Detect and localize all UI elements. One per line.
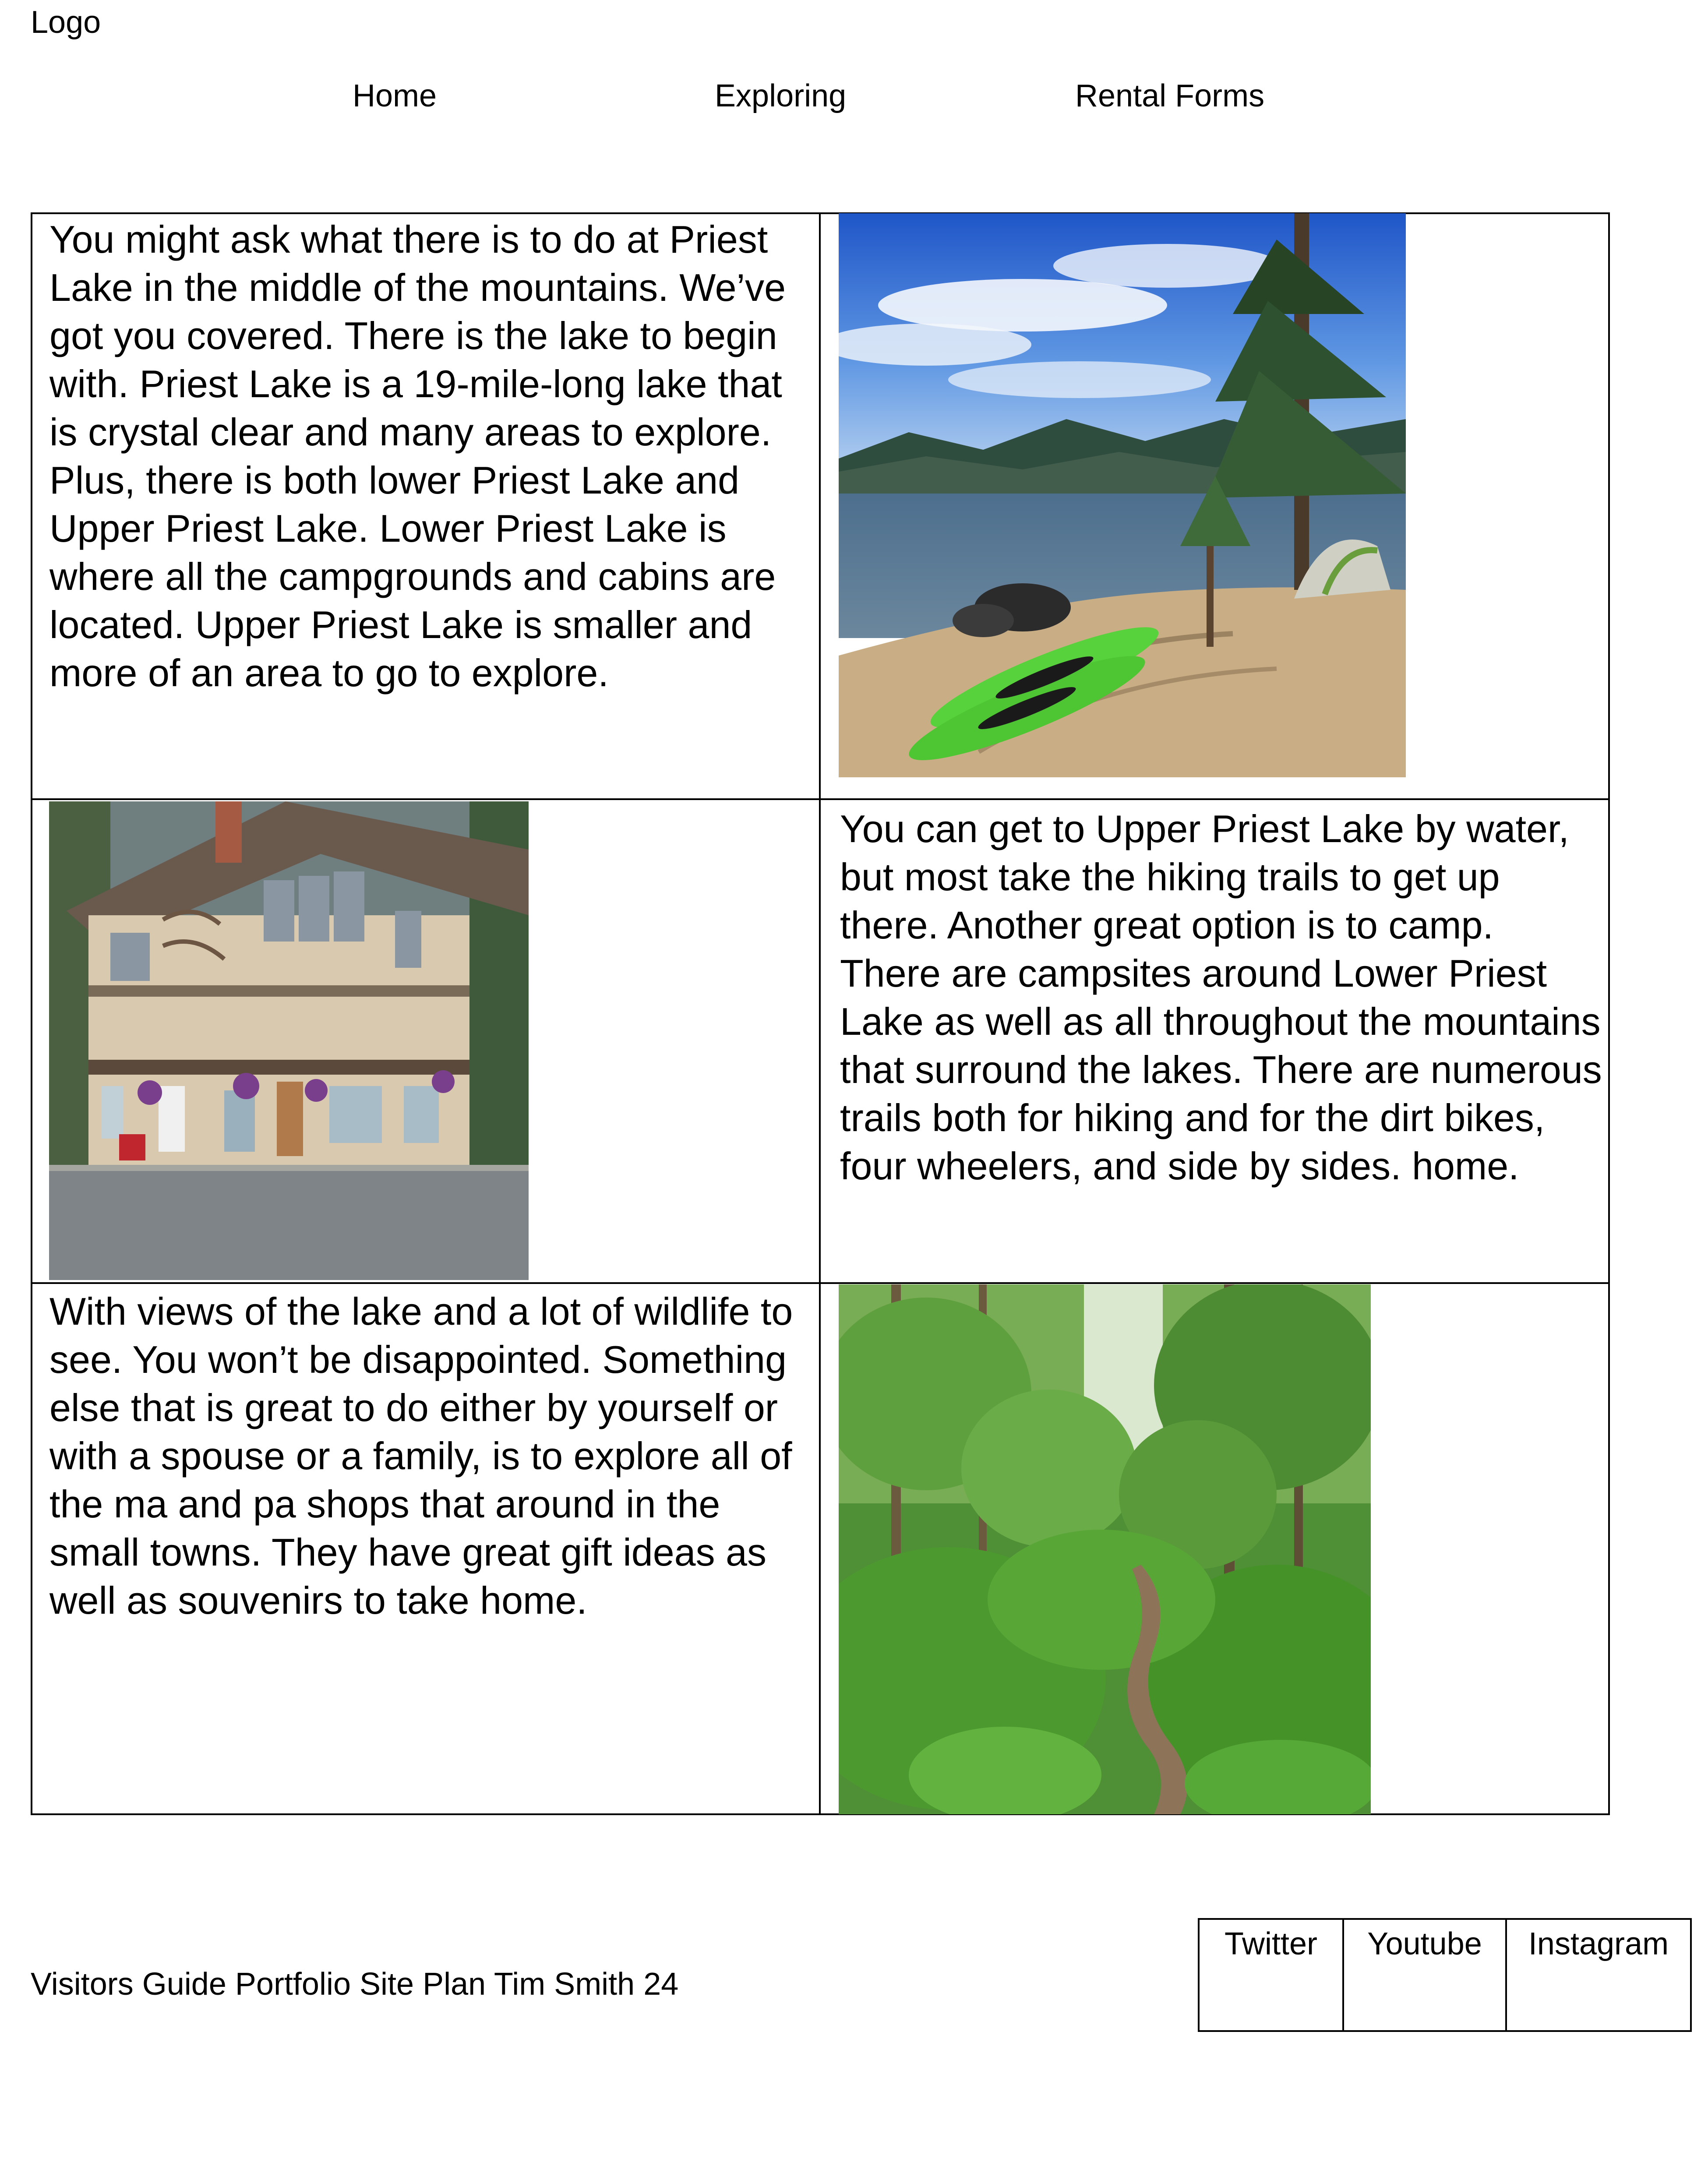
general-store-photo — [49, 801, 529, 1280]
shops-description-text: With views of the lake and a lot of wild… — [49, 1290, 793, 1622]
social-links-table: Twitter Youtube Instagram — [1198, 1918, 1692, 2032]
instagram-link[interactable]: Instagram — [1507, 1920, 1690, 2030]
youtube-link[interactable]: Youtube — [1344, 1920, 1507, 2030]
nav-rental-forms[interactable]: Rental Forms — [1075, 78, 1264, 114]
trails-description-text: You can get to Upper Priest Lake by wate… — [840, 807, 1602, 1188]
lake-description-text: You might ask what there is to do at Pri… — [49, 218, 786, 695]
footer-caption: Visitors Guide Portfolio Site Plan Tim S… — [31, 1967, 679, 2002]
nav-exploring[interactable]: Exploring — [715, 78, 846, 114]
twitter-link[interactable]: Twitter — [1200, 1920, 1344, 2030]
logo[interactable]: Logo — [31, 4, 101, 40]
nav-home[interactable]: Home — [353, 78, 437, 114]
lake-campsite-photo — [839, 213, 1406, 777]
forest-trail-photo — [839, 1284, 1371, 1814]
table-divider-column — [819, 212, 821, 1815]
